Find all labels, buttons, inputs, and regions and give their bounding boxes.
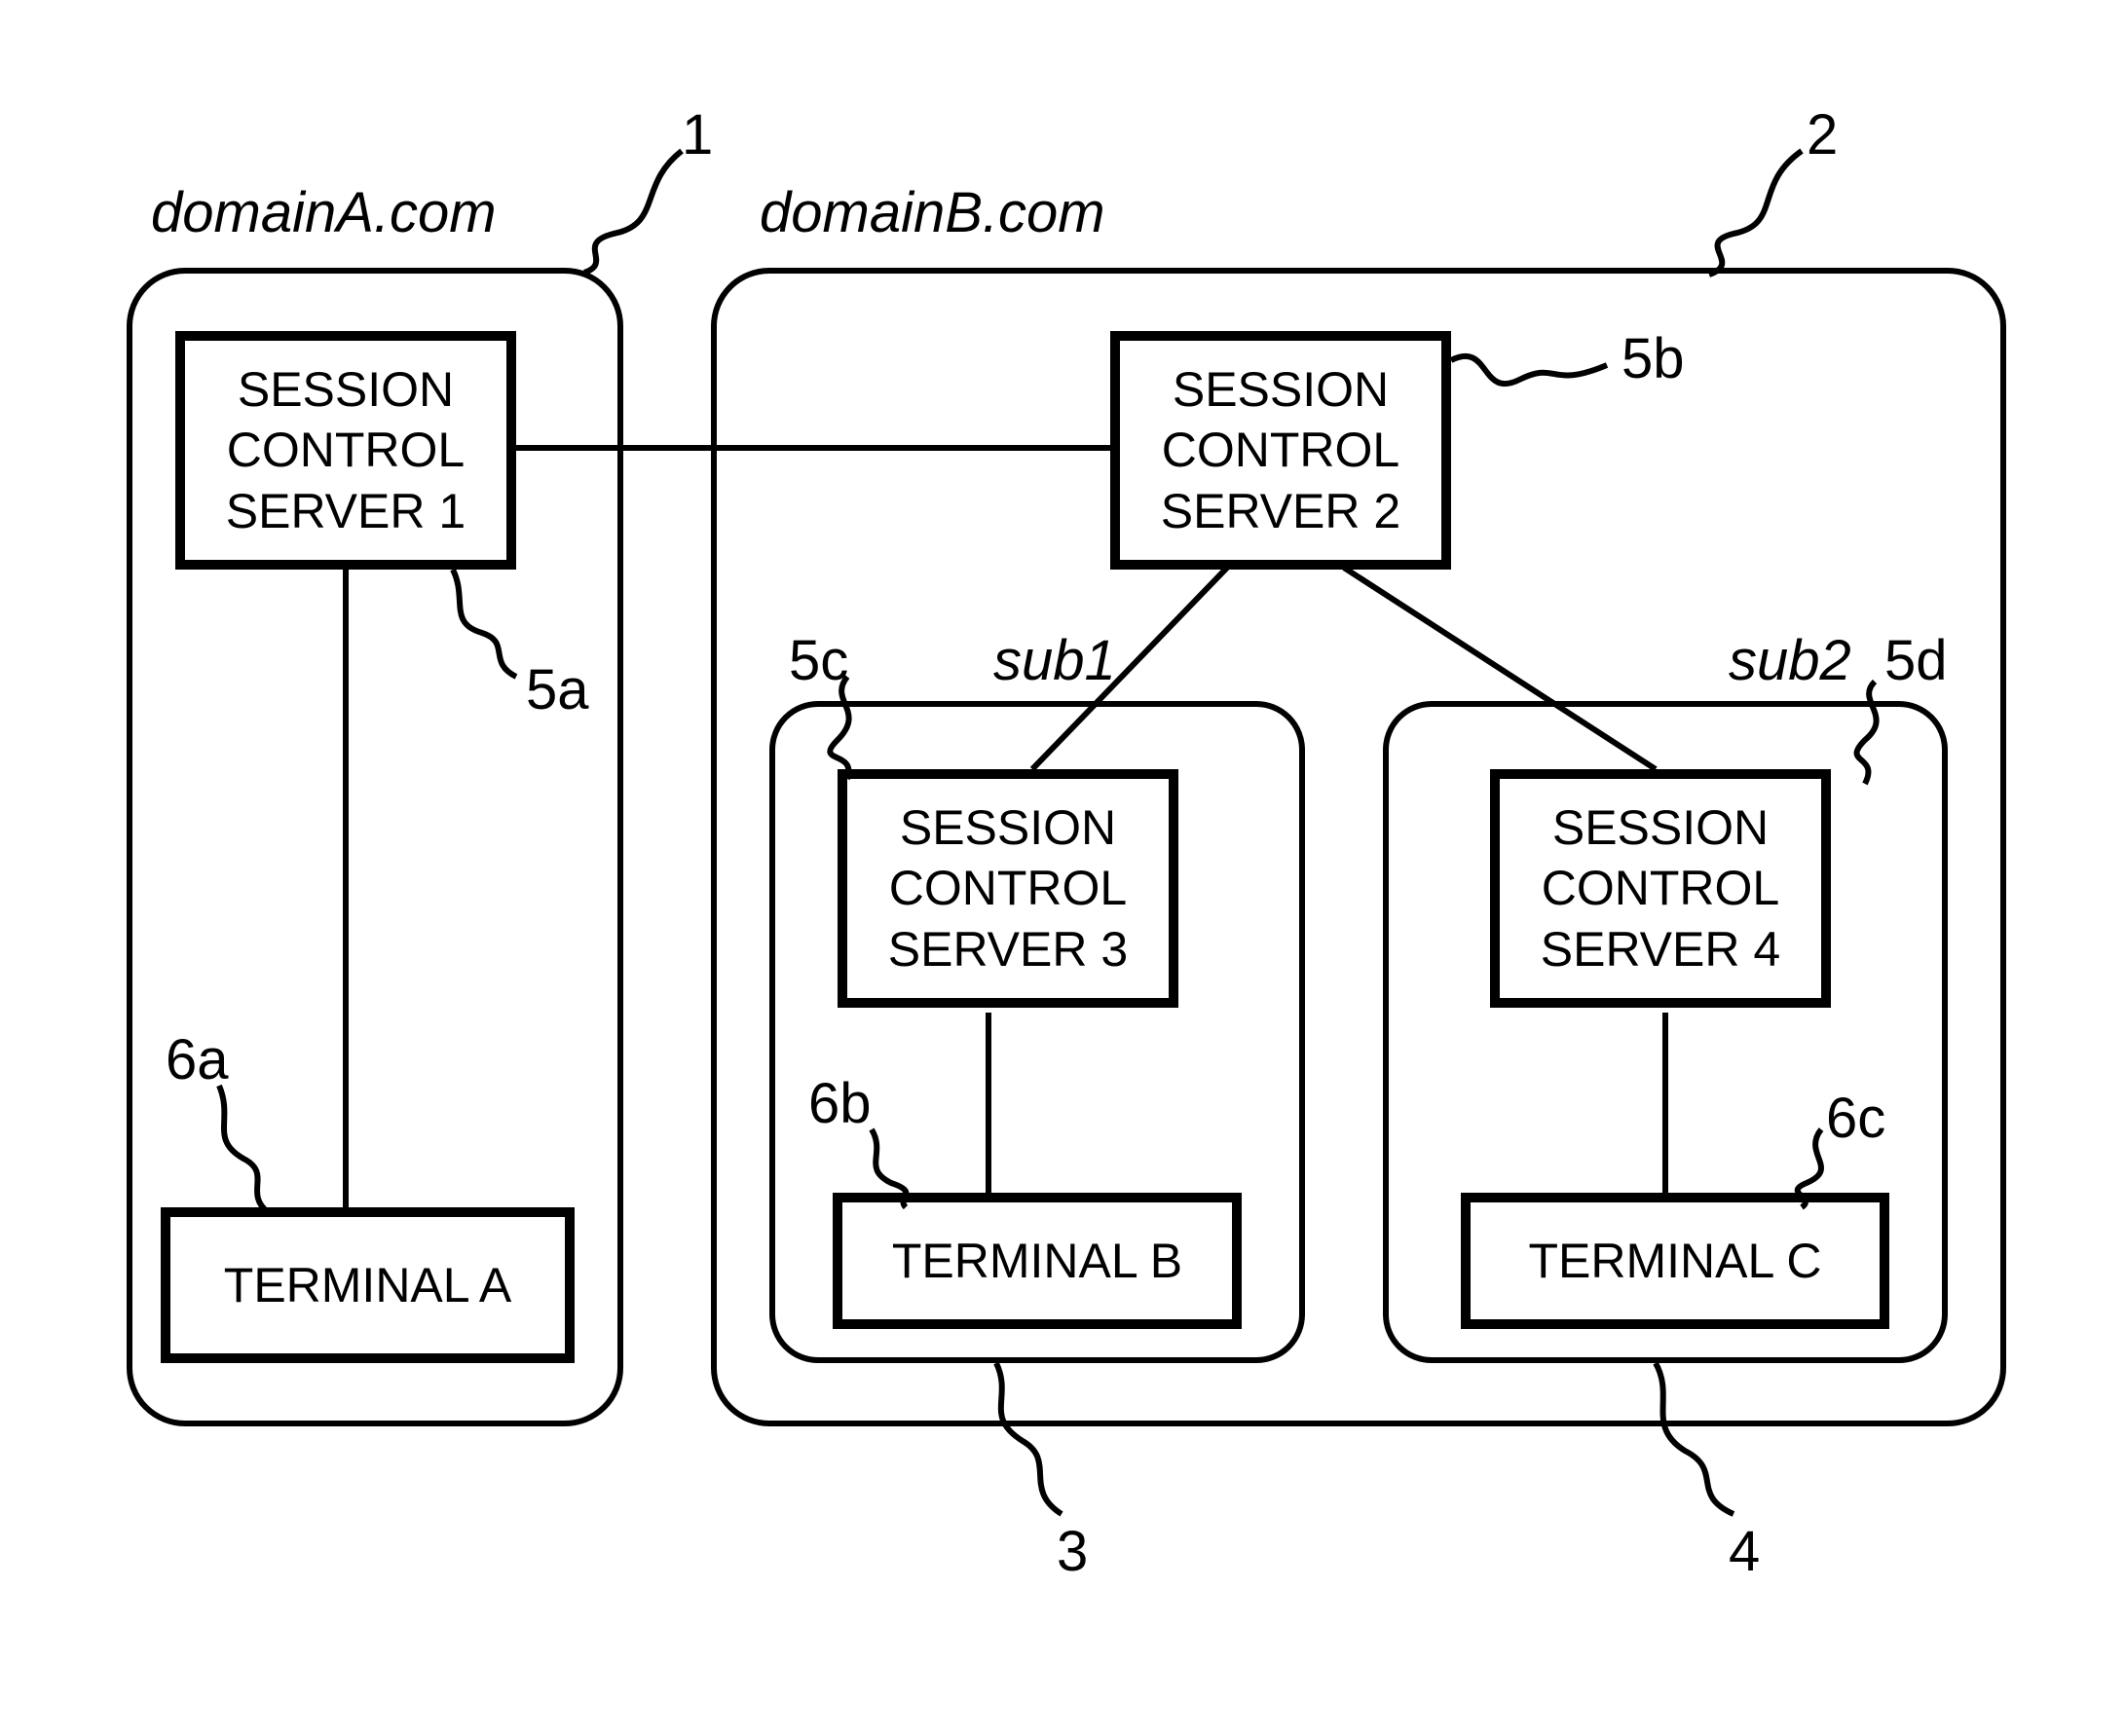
terminal-c: TERMINAL C [1461,1193,1889,1329]
ref-1: 1 [682,102,713,167]
session-control-server-4: SESSION CONTROL SERVER 4 [1490,769,1831,1008]
terminal-a-label: TERMINAL A [224,1255,511,1316]
ref-6b: 6b [808,1071,872,1136]
ref-5b: 5b [1622,326,1685,391]
session-control-server-3: SESSION CONTROL SERVER 3 [838,769,1178,1008]
server-1-label: SESSION CONTROL SERVER 1 [226,359,466,542]
ref-3: 3 [1057,1519,1088,1584]
terminal-c-label: TERMINAL C [1529,1231,1822,1292]
ref-5d: 5d [1884,628,1948,693]
ref-5a: 5a [526,657,589,722]
server-2-label: SESSION CONTROL SERVER 2 [1161,359,1400,542]
terminal-b-label: TERMINAL B [892,1231,1182,1292]
ref-6c: 6c [1826,1086,1885,1151]
session-control-server-2: SESSION CONTROL SERVER 2 [1110,331,1451,570]
sub2-title: sub2 [1729,628,1851,693]
ref-6a: 6a [166,1027,229,1092]
server-3-label: SESSION CONTROL SERVER 3 [888,797,1128,980]
ref-4: 4 [1729,1519,1760,1584]
sub1-title: sub1 [993,628,1116,693]
diagram-canvas: domainA.com domainB.com sub1 sub2 SESSIO… [0,0,2125,1736]
terminal-b: TERMINAL B [833,1193,1242,1329]
ref-5c: 5c [789,628,848,693]
domain-b-title: domainB.com [760,180,1105,245]
domain-a-title: domainA.com [151,180,497,245]
terminal-a: TERMINAL A [161,1207,575,1363]
server-4-label: SESSION CONTROL SERVER 4 [1541,797,1780,980]
session-control-server-1: SESSION CONTROL SERVER 1 [175,331,516,570]
ref-2: 2 [1807,102,1838,167]
